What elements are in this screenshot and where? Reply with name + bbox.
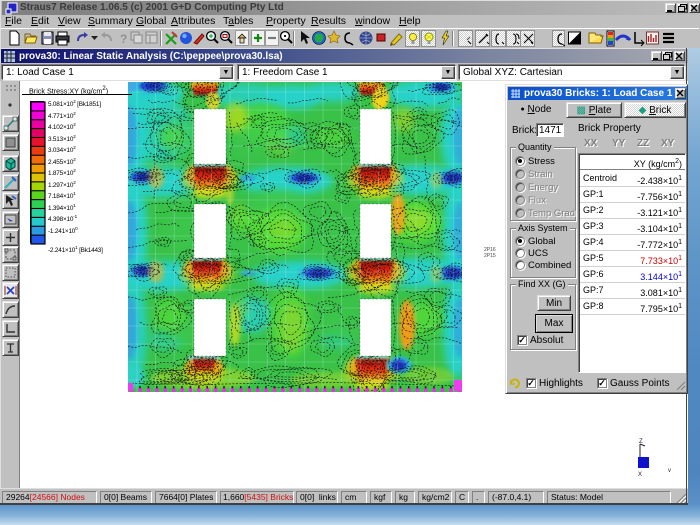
svg-text:Z: Z xyxy=(639,439,643,445)
svg-text:?: ? xyxy=(120,32,127,46)
svg-text:v: v xyxy=(668,468,671,474)
svg-text:X: X xyxy=(638,472,642,478)
